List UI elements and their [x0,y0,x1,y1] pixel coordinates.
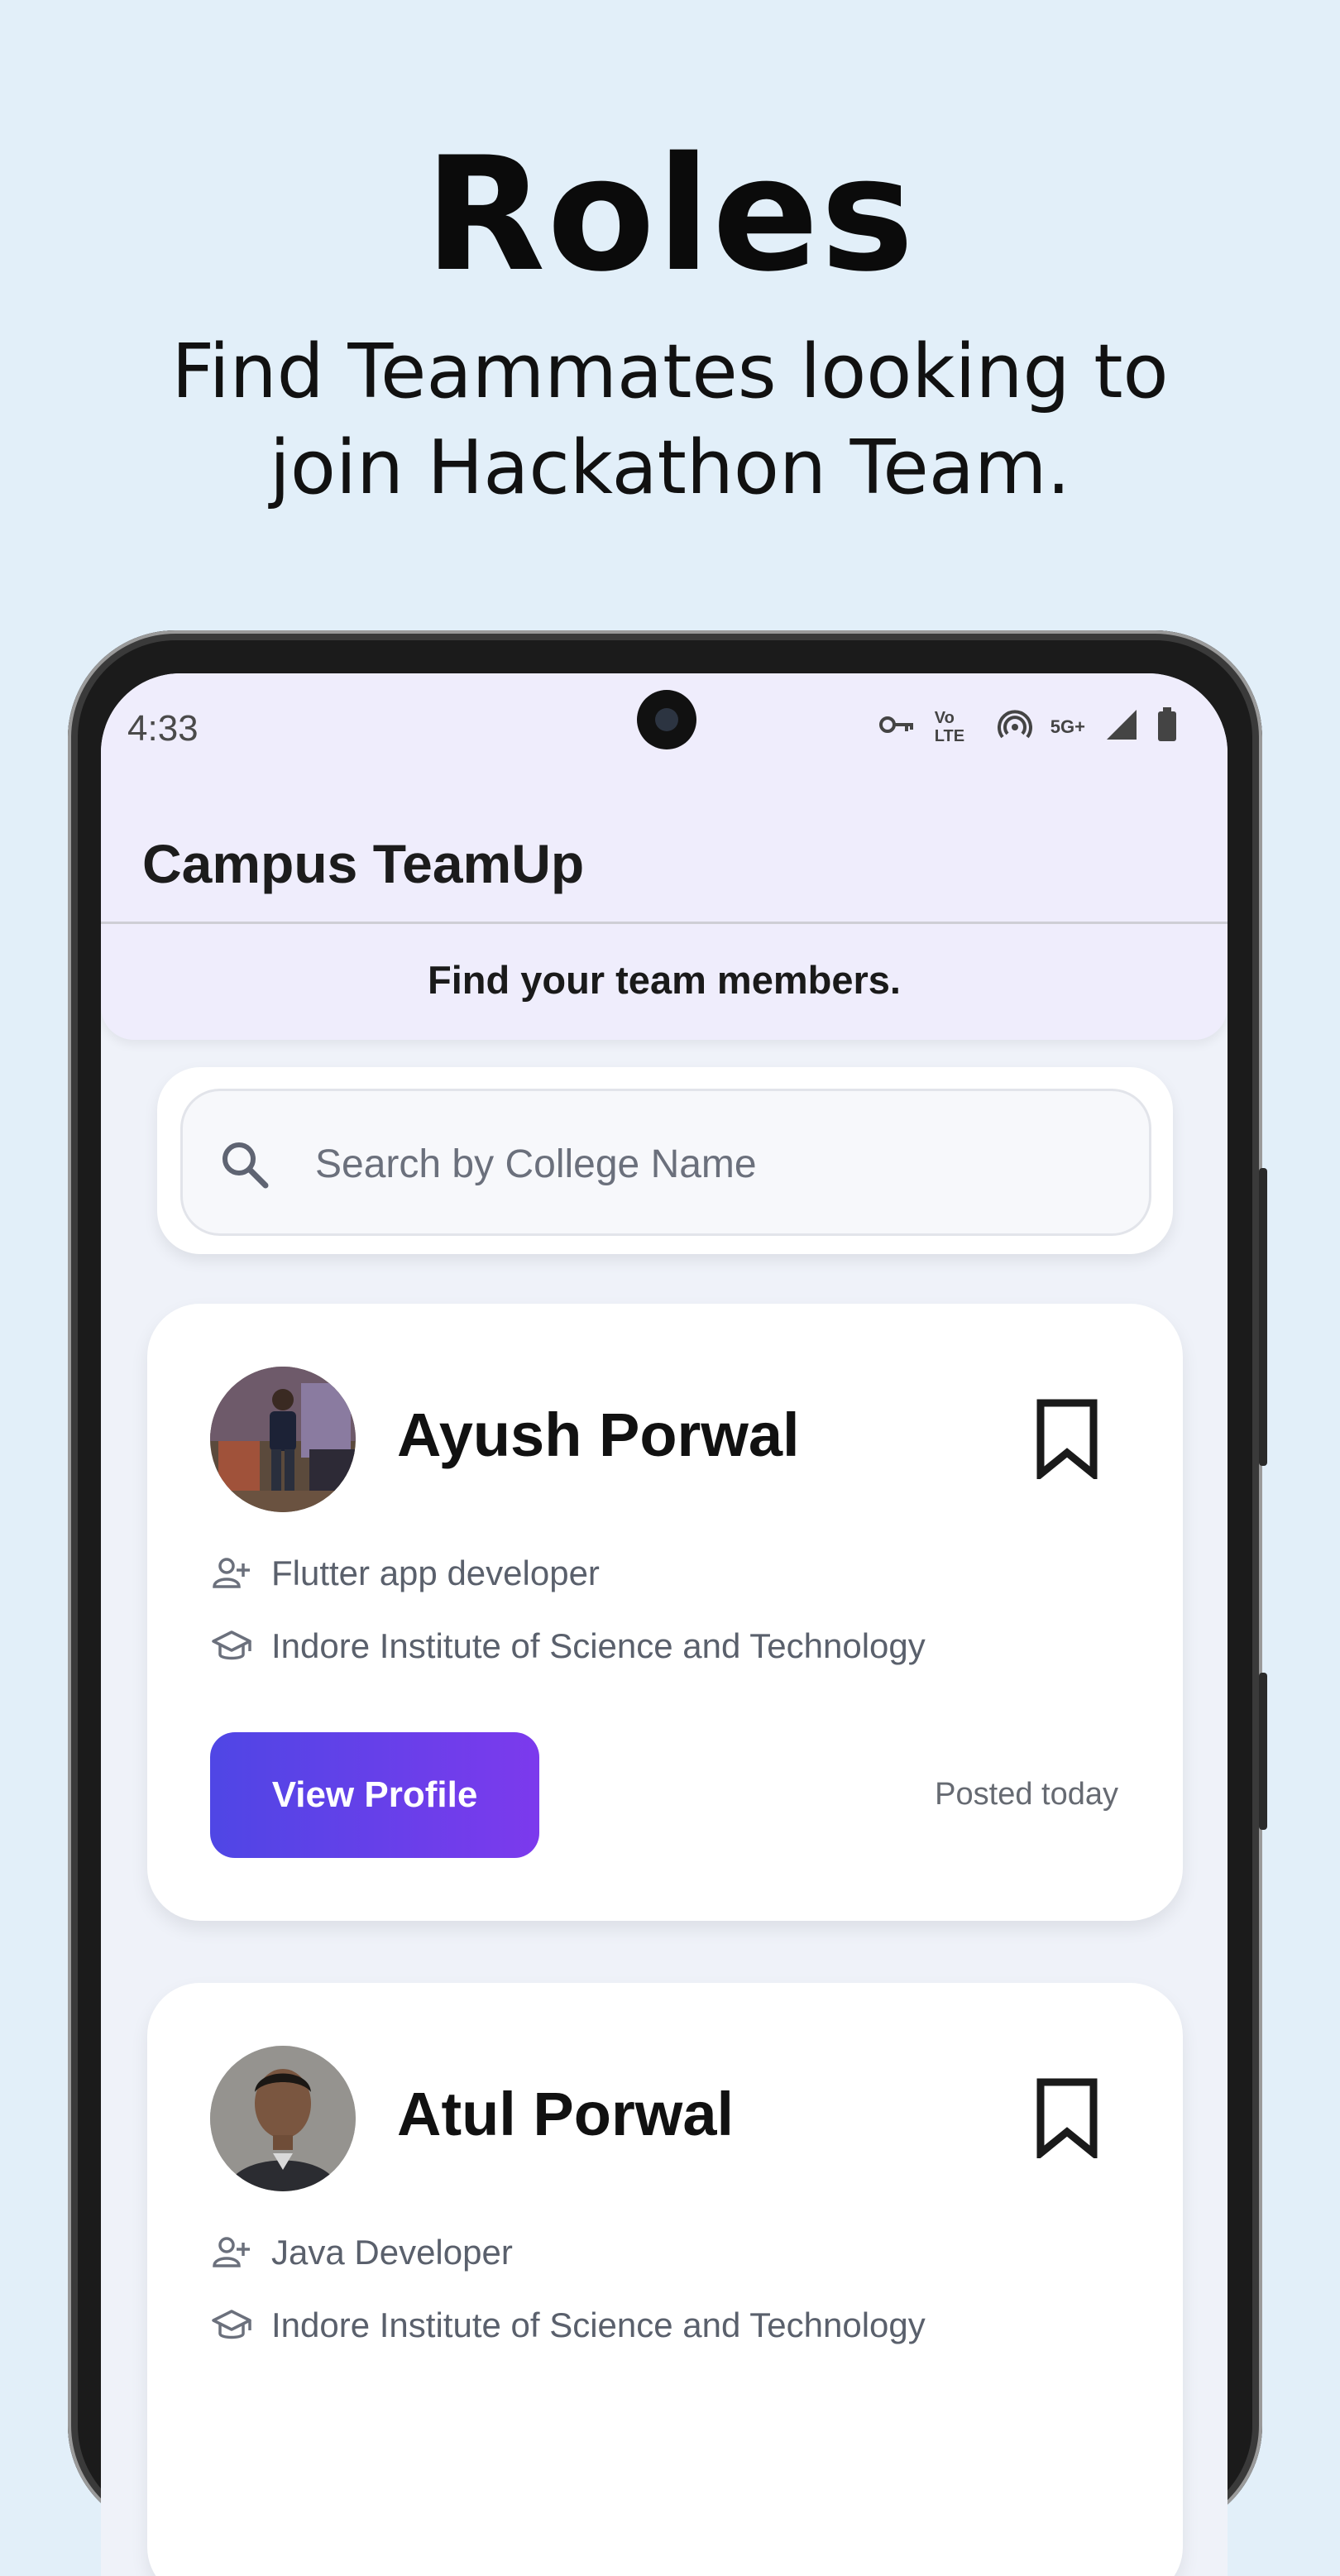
role-row: Flutter app developer [210,1552,600,1595]
app-bar: Campus TeamUp [101,797,1228,924]
profile-card: Ayush Porwal Flutter app developer Indor… [147,1304,1183,1921]
status-bar: 4:33 Vo LTE 5G+ [101,673,1228,797]
banner: Find your team members. [101,924,1228,1040]
volte-icon: Vo LTE [934,709,965,745]
promo-subtitle-line1: Find Teammates looking to [171,328,1169,415]
bookmark-icon[interactable] [1034,1398,1100,1479]
profile-card: Atul Porwal Java Developer Indore Instit… [147,1983,1183,2576]
school-icon [212,2310,251,2339]
phone-frame: 4:33 Vo LTE 5G+ Campus TeamUp Find your … [68,630,1267,2576]
vpn-key-icon [878,712,916,742]
search-field[interactable] [180,1089,1151,1236]
profile-role: Flutter app developer [271,1554,600,1592]
volume-button [1259,1168,1267,1466]
search-input[interactable] [313,1134,1111,1194]
5g-plus-icon: 5G+ [1050,716,1085,737]
banner-text: Find your team members. [428,958,901,1002]
avatar[interactable] [210,2046,356,2191]
role-row: Java Developer [210,2231,513,2274]
person-add-icon [213,2237,250,2267]
search-card [157,1067,1173,1254]
view-profile-button[interactable]: View Profile [210,1732,539,1858]
profile-college: Indore Institute of Science and Technolo… [271,2305,926,2344]
promo-subtitle-line2: join Hackathon Team. [269,424,1071,511]
promo-subtitle: Find Teammates looking to join Hackathon… [0,324,1340,516]
bookmark-icon[interactable] [1034,2077,1100,2158]
college-row: Indore Institute of Science and Technolo… [210,2304,926,2347]
school-icon [212,1630,251,1660]
person-add-icon [213,1558,250,1588]
search-icon[interactable] [216,1136,274,1194]
profile-college: Indore Institute of Science and Technolo… [271,1626,926,1665]
app-title: Campus TeamUp [142,833,585,894]
avatar[interactable] [210,1367,356,1512]
signal-icon [1103,708,1138,746]
status-time: 4:33 [127,708,199,749]
hotspot-icon [997,707,1032,747]
battery-icon [1156,706,1178,748]
front-camera [637,690,696,749]
promo-title: Roles [424,123,916,306]
profile-name: Atul Porwal [397,2080,735,2148]
profile-role: Java Developer [271,2233,513,2272]
power-button [1259,1673,1267,1830]
profile-name: Ayush Porwal [397,1401,800,1469]
college-row: Indore Institute of Science and Technolo… [210,1625,926,1668]
status-icons: Vo LTE 5G+ [878,706,1178,748]
phone-screen: 4:33 Vo LTE 5G+ Campus TeamUp Find your … [101,673,1228,2576]
posted-date: Posted today [935,1777,1118,1812]
